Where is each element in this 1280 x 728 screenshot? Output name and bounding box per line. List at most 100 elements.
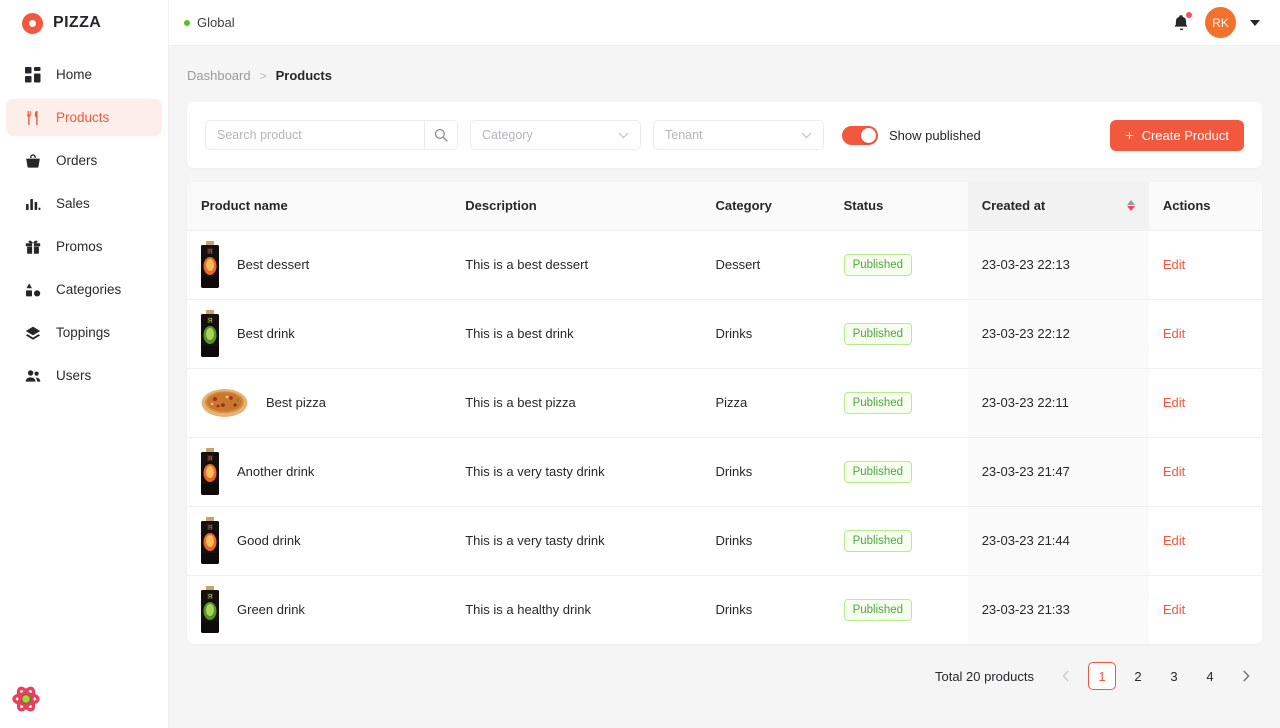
cell-product-name: Best pizza <box>187 368 452 438</box>
status-badge: Published <box>843 460 913 483</box>
sidebar-item-label: Promos <box>56 239 103 254</box>
table-row[interactable]: Я Another drink This is a very tasty drink… <box>187 437 1262 507</box>
pagination-page-4[interactable]: 4 <box>1196 662 1224 690</box>
cell-product-name: Я Good drink <box>187 506 452 576</box>
edit-link[interactable]: Edit <box>1163 602 1185 617</box>
fork-knife-icon <box>24 109 42 127</box>
brand-logo[interactable]: PIZZA <box>0 0 168 46</box>
status-badge: Published <box>843 322 913 345</box>
table-row[interactable]: Я Best dessert This is a best dessert Desse… <box>187 230 1262 300</box>
cell-category: Drinks <box>715 602 753 618</box>
edit-link[interactable]: Edit <box>1163 533 1185 548</box>
cell-status: Published <box>829 299 968 369</box>
table-header-row: Product name Description Category Status… <box>187 182 1262 231</box>
sidebar-item-sales[interactable]: Sales <box>6 185 162 222</box>
cell-created-at: 23-03-23 22:12 <box>967 299 1149 369</box>
create-product-label: Create Product <box>1141 127 1229 143</box>
cell-category: Drinks <box>701 299 830 369</box>
svg-text:Я: Я <box>208 318 212 324</box>
product-thumbnail-bottle: Я <box>201 586 219 634</box>
content: Dashboard > Products Category <box>169 46 1280 728</box>
svg-text:Я: Я <box>208 249 212 255</box>
cell-created-at: 23-03-23 21:33 <box>967 575 1149 644</box>
topbar: Global RK <box>169 0 1280 46</box>
cell-actions: Edit <box>1148 230 1262 300</box>
show-published-toggle[interactable] <box>842 125 878 145</box>
cell-created-at: 23-03-23 22:11 <box>967 368 1149 438</box>
product-name-text: Best pizza <box>266 395 326 410</box>
cell-category: Pizza <box>701 368 830 438</box>
filter-toolbar: Category Tenant Show published + <box>187 102 1262 168</box>
product-thumbnail-pizza <box>201 388 248 417</box>
cell-product-name: Я Best drink <box>187 299 452 369</box>
chevron-down-icon[interactable] <box>1250 19 1260 26</box>
column-label: Description <box>465 198 537 214</box>
column-header-description[interactable]: Description <box>451 182 702 231</box>
product-thumbnail-bottle: Я <box>201 241 219 288</box>
sidebar-item-label: Products <box>56 110 110 125</box>
product-thumbnail-bottle: Я <box>201 517 219 564</box>
basket-icon <box>24 152 42 170</box>
sidebar-item-orders[interactable]: Orders <box>6 142 162 179</box>
pagination-prev-button[interactable] <box>1052 662 1080 690</box>
sidebar-item-users[interactable]: Users <box>6 357 162 394</box>
tenant-select[interactable]: Tenant <box>653 120 824 150</box>
product-name-text: Another drink <box>237 464 315 479</box>
product-name-text: Good drink <box>237 533 301 548</box>
avatar[interactable]: RK <box>1205 7 1236 38</box>
cell-created-at: 23-03-23 21:44 <box>967 506 1149 576</box>
cell-category: Drinks <box>701 437 830 507</box>
product-thumbnail-bottle: Я <box>201 310 219 357</box>
sidebar-item-label: Home <box>56 67 93 82</box>
create-product-button[interactable]: + Create Product <box>1110 119 1244 151</box>
breadcrumb-dashboard[interactable]: Dashboard <box>187 68 251 83</box>
category-select[interactable]: Category <box>470 120 641 150</box>
cell-status: Published <box>830 575 968 644</box>
cell-description: This is a very tasty drink <box>451 506 702 576</box>
react-atom-icon[interactable] <box>12 685 40 713</box>
pagination-page-3[interactable]: 3 <box>1160 662 1188 690</box>
column-header-product-name[interactable]: Product name <box>187 182 452 231</box>
search-box <box>205 120 458 150</box>
show-published-group: Show published <box>842 125 981 145</box>
users-icon <box>24 367 42 385</box>
table-row[interactable]: Best pizza This is a best pizza Pizza Publi… <box>187 368 1262 438</box>
search-icon[interactable] <box>424 121 457 149</box>
edit-link[interactable]: Edit <box>1163 395 1185 410</box>
table-row[interactable]: Я Good drink This is a very tasty drink Dri… <box>187 506 1262 576</box>
app-root: PIZZA Home Products Orders Sales Promos … <box>0 0 1280 728</box>
status-badge: Published <box>843 529 913 552</box>
tenant-indicator[interactable]: Global <box>184 15 235 30</box>
column-header-created-at[interactable]: Created at <box>967 182 1149 231</box>
column-header-category[interactable]: Category <box>701 182 830 231</box>
table-row[interactable]: Я Green drink This is a healthy drink Drink… <box>187 575 1262 644</box>
gift-icon <box>24 238 42 256</box>
edit-link[interactable]: Edit <box>1163 257 1185 272</box>
sidebar-item-home[interactable]: Home <box>6 56 162 93</box>
sidebar-item-products[interactable]: Products <box>6 99 162 136</box>
cell-product-name: Я Green drink <box>187 575 451 644</box>
column-label: Status <box>843 198 884 214</box>
main-area: Global RK Dashboard > Products Search pr… <box>169 0 1280 728</box>
edit-link[interactable]: Edit <box>1163 464 1185 479</box>
search-input[interactable] <box>206 128 424 142</box>
edit-link[interactable]: Edit <box>1163 326 1185 341</box>
pagination-total: Total 20 products <box>934 668 1034 684</box>
sort-toggle-icon[interactable] <box>1126 200 1135 212</box>
tenant-label: Global <box>197 15 235 30</box>
cell-created-at: 23-03-23 21:47 <box>967 437 1149 507</box>
products-table: Product name Description Category Status… <box>187 182 1262 644</box>
table-row[interactable]: Я Best drink This is a best drink Drinks Pub… <box>187 299 1262 369</box>
sidebar-item-toppings[interactable]: Toppings <box>6 314 162 351</box>
sidebar-item-label: Toppings <box>56 325 111 340</box>
column-header-status[interactable]: Status <box>829 182 968 231</box>
column-label: Product name <box>201 198 288 214</box>
status-badge: Published <box>843 253 913 276</box>
bell-icon[interactable] <box>1171 11 1192 34</box>
pagination-next-button[interactable] <box>1232 662 1260 690</box>
pagination-page-1[interactable]: 1 <box>1088 662 1116 690</box>
sidebar-item-promos[interactable]: Promos <box>6 228 162 265</box>
column-header-actions: Actions <box>1148 182 1262 231</box>
sidebar-item-categories[interactable]: Categories <box>6 271 162 308</box>
pagination-page-2[interactable]: 2 <box>1124 662 1152 690</box>
